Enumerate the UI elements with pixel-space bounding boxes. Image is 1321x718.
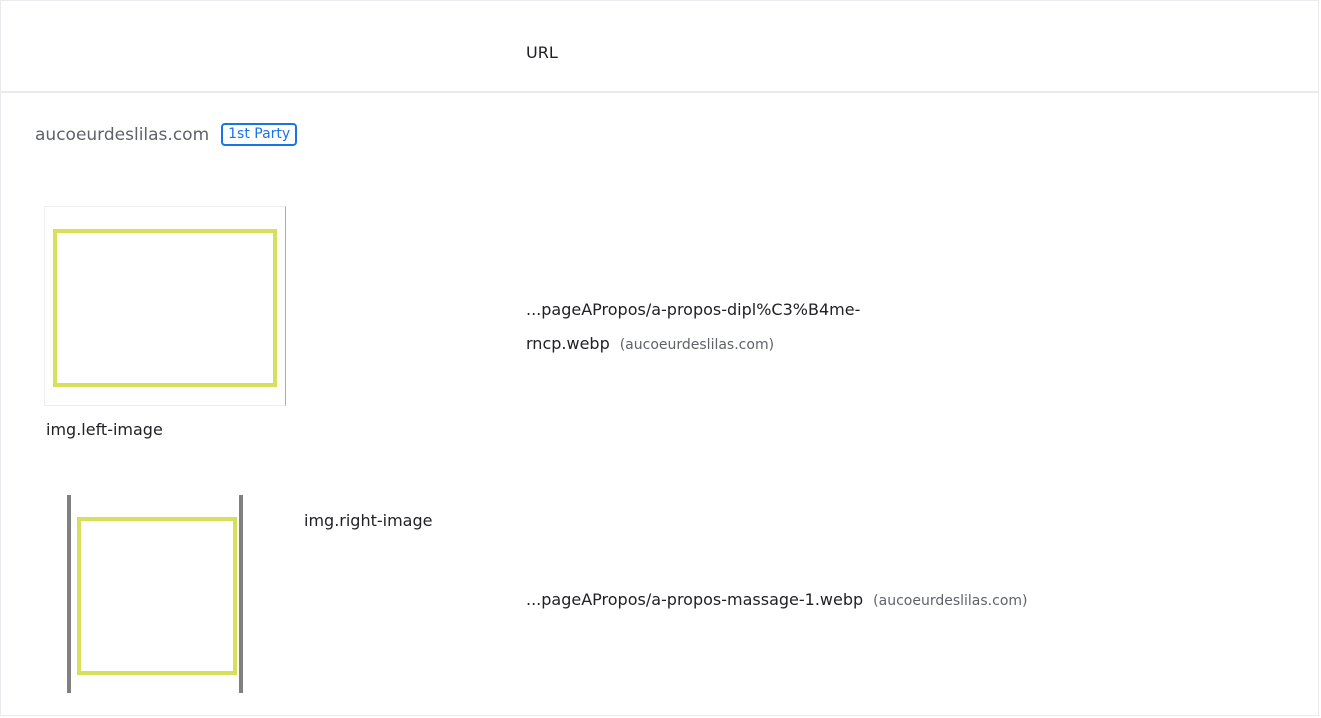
thumbnail-frame bbox=[77, 517, 237, 675]
resource-url[interactable]: ...pageAPropos/a-propos-massage-1.webp (a… bbox=[526, 583, 1028, 618]
image-thumbnail[interactable] bbox=[44, 206, 286, 406]
resource-url[interactable]: ...pageAPropos/a-propos-dipl%C3%B4me- rn… bbox=[526, 293, 986, 362]
origin-domain[interactable]: aucoeurdeslilas.com bbox=[35, 125, 209, 145]
resource-url-path-cont: rncp.webp bbox=[526, 334, 610, 353]
first-party-badge: 1st Party bbox=[221, 123, 298, 146]
resource-url-domain: (aucoeurdeslilas.com) bbox=[873, 593, 1028, 609]
resources-table: URL aucoeurdeslilas.com 1st Party img.le… bbox=[0, 0, 1319, 716]
resource-url-path: ...pageAPropos/a-propos-dipl%C3%B4me- bbox=[526, 300, 861, 319]
node-selector-right-image[interactable]: img.right-image bbox=[304, 511, 432, 530]
origin-group-row: aucoeurdeslilas.com 1st Party bbox=[35, 123, 298, 146]
resource-url-path: ...pageAPropos/a-propos-massage-1.webp bbox=[526, 590, 864, 609]
resource-url-domain: (aucoeurdeslilas.com) bbox=[619, 337, 775, 353]
node-selector-left-image[interactable]: img.left-image bbox=[46, 420, 163, 439]
thumbnail-frame bbox=[53, 229, 277, 387]
image-thumbnail[interactable] bbox=[67, 495, 243, 693]
table-header: URL bbox=[1, 1, 1318, 93]
url-column-header[interactable]: URL bbox=[526, 43, 558, 62]
